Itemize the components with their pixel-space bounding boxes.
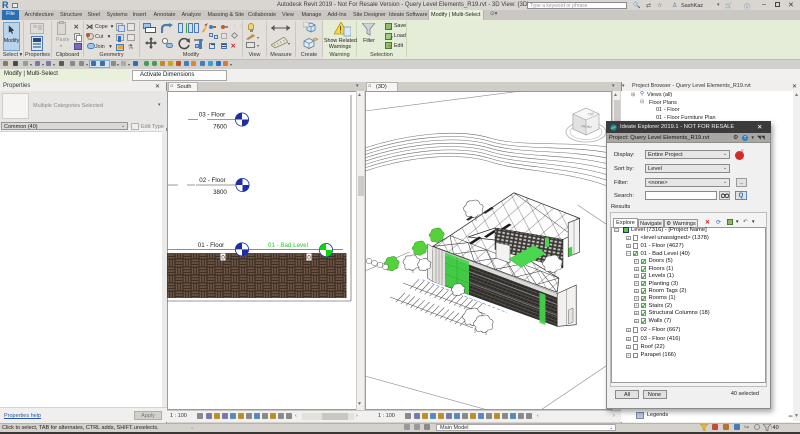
svg-text:01 - Bad Level: 01 - Bad Level [268, 242, 308, 249]
svg-text:02 - Floor: 02 - Floor [199, 177, 225, 184]
svg-text:03 - Floor: 03 - Floor [199, 112, 225, 119]
svg-text:7600: 7600 [213, 124, 227, 131]
svg-text:TOP: TOP [588, 112, 595, 117]
svg-text:!: ! [339, 25, 342, 35]
svg-text:01 - Floor: 01 - Floor [198, 242, 224, 249]
svg-text:3800: 3800 [213, 189, 227, 196]
